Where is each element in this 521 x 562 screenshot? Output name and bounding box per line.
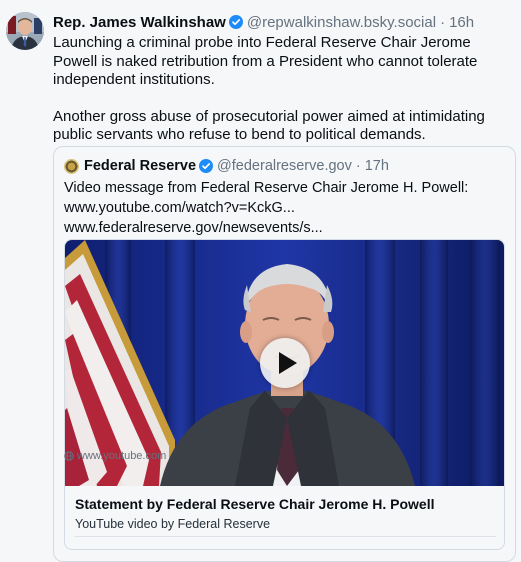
- quote-author-name[interactable]: Federal Reserve: [84, 158, 196, 174]
- embed-meta[interactable]: Statement by Federal Reserve Chair Jerom…: [65, 486, 504, 549]
- quote-line-1: Video message from Federal Reserve Chair…: [64, 180, 469, 196]
- quote-time[interactable]: 17h: [365, 158, 389, 174]
- separator-dot: ·: [355, 158, 361, 174]
- author-name[interactable]: Rep. James Walkinshaw: [53, 14, 226, 31]
- verified-badge-icon: [199, 159, 214, 173]
- globe-icon: [64, 451, 74, 461]
- quote-text: Video message from Federal Reserve Chair…: [64, 178, 504, 238]
- quote-link-youtube[interactable]: www.youtube.com/watch?v=KckG...: [64, 198, 504, 218]
- post: Rep. James Walkinshaw @repwalkinshaw.bsk…: [0, 0, 521, 562]
- author-avatar[interactable]: [6, 12, 44, 50]
- quote-header: Federal Reserve @federalreserve.gov · 17…: [64, 157, 507, 175]
- post-paragraph-2: Another gross abuse of prosecutorial pow…: [53, 107, 485, 144]
- quote-author-handle[interactable]: @federalreserve.gov: [217, 158, 352, 174]
- post-paragraph-1: Launching a criminal probe into Federal …: [53, 34, 478, 88]
- quoted-post[interactable]: Federal Reserve @federalreserve.gov · 17…: [53, 146, 516, 562]
- verified-badge-icon: [228, 15, 243, 29]
- federal-reserve-seal-icon: [64, 158, 79, 174]
- post-text: Launching a criminal probe into Federal …: [53, 34, 515, 145]
- play-icon: [279, 352, 297, 374]
- author-handle[interactable]: @repwalkinshaw.bsky.social: [247, 14, 436, 31]
- separator-dot: ·: [440, 13, 446, 31]
- divider: [75, 536, 496, 537]
- quote-link-federalreserve[interactable]: www.federalreserve.gov/newsevents/s...: [64, 218, 504, 238]
- embed-description: YouTube video by Federal Reserve: [75, 517, 271, 531]
- embed-domain-text: www.youtube.com: [77, 450, 167, 462]
- post-time[interactable]: 16h: [449, 14, 474, 31]
- play-button[interactable]: [260, 338, 310, 388]
- post-header: Rep. James Walkinshaw @repwalkinshaw.bsk…: [53, 12, 513, 32]
- embed-domain[interactable]: www.youtube.com: [64, 450, 166, 462]
- video-embed-card[interactable]: Statement by Federal Reserve Chair Jerom…: [64, 239, 505, 550]
- embed-title[interactable]: Statement by Federal Reserve Chair Jerom…: [75, 496, 434, 512]
